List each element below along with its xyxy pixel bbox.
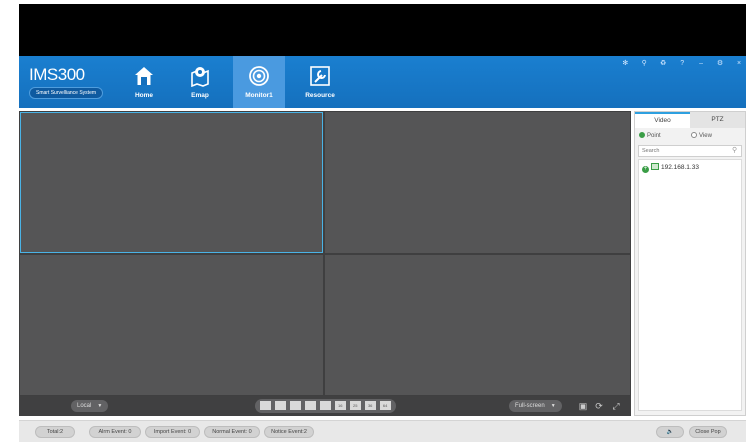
- tree-icon[interactable]: ✻: [618, 59, 632, 67]
- logo-title: IMS: [29, 65, 58, 84]
- window-controls: ✻ ⚲ ♻ ? – ⚙ ×: [615, 59, 746, 71]
- minimize-button[interactable]: –: [694, 60, 708, 67]
- device-tree: +192.168.1.33: [638, 159, 742, 411]
- chevron-down-icon: ▼: [97, 403, 103, 409]
- radio-view[interactable]: View: [691, 132, 712, 139]
- layout-16-button[interactable]: 16: [334, 401, 346, 410]
- tree-item-label: 192.168.1.33: [661, 164, 699, 171]
- tab-video[interactable]: Video: [635, 112, 690, 128]
- layout-25-button[interactable]: 25: [349, 401, 361, 410]
- layout-8-button[interactable]: [304, 401, 316, 410]
- home-icon: [135, 67, 153, 85]
- nav-monitor-button[interactable]: Monitor1: [233, 56, 285, 108]
- lock-icon[interactable]: ♻: [656, 59, 670, 67]
- wrench-icon: [310, 66, 330, 86]
- app-header: IMS300 Smart Survelliance System Home Em…: [19, 56, 746, 108]
- status-bar: Total:2 Alrm Event: 0 Import Event: 0 No…: [19, 420, 746, 442]
- nav-resource-label: Resource: [305, 92, 335, 99]
- nav-monitor-label: Monitor1: [245, 92, 273, 99]
- device-icon: [651, 163, 659, 170]
- video-cell-3[interactable]: [20, 255, 323, 395]
- save-icon[interactable]: ▣: [577, 400, 589, 412]
- camera-lens-icon: [249, 66, 269, 86]
- nav-home-label: Home: [134, 92, 154, 99]
- logo-subtitle: Smart Survelliance System: [29, 87, 104, 99]
- stream-select-value: Local: [77, 403, 92, 409]
- video-cell-1[interactable]: [20, 112, 323, 253]
- nav-resource-button[interactable]: Resource: [295, 56, 345, 108]
- nav-home-button[interactable]: Home: [121, 56, 167, 108]
- close-pop-button[interactable]: Close Pop: [689, 426, 727, 438]
- help-button[interactable]: ?: [675, 60, 689, 67]
- lock-user-icon[interactable]: ⚲: [637, 59, 651, 67]
- chevron-down-icon: ▼: [550, 403, 556, 409]
- map-pin-icon: [191, 67, 209, 87]
- fullscreen-select[interactable]: Full-screen ▼: [509, 400, 562, 412]
- stream-select[interactable]: Local ▼: [71, 400, 109, 412]
- nav-emap-button[interactable]: Emap: [177, 56, 223, 108]
- app-logo: IMS300 Smart Survelliance System: [29, 65, 104, 99]
- tab-ptz[interactable]: PTZ: [690, 112, 745, 128]
- layout-6-button[interactable]: [289, 401, 301, 410]
- video-toolbar: Local ▼ 16 25 36 64 Full-screen ▼ ▣ ⟳ ⤢: [19, 396, 631, 416]
- expand-icon[interactable]: ⤢: [610, 400, 622, 412]
- nav-emap-label: Emap: [191, 92, 209, 99]
- video-cell-2[interactable]: [325, 112, 630, 253]
- video-cell-4[interactable]: [325, 255, 630, 395]
- close-button[interactable]: ×: [732, 60, 746, 67]
- panel-tabs: Video PTZ: [635, 112, 745, 128]
- import-event-button[interactable]: Import Event: 0: [145, 426, 200, 438]
- radio-view-label: View: [699, 133, 712, 139]
- alarm-event-button[interactable]: Alrm Event: 0: [89, 426, 141, 438]
- right-panel: Video PTZ Point View ⚲ +192.168.1.33: [634, 111, 746, 416]
- sound-icon[interactable]: 🔈: [656, 426, 684, 438]
- radio-point-label: Point: [647, 133, 661, 139]
- radio-dot-selected: [639, 132, 645, 138]
- refresh-icon[interactable]: ⟳: [593, 400, 605, 412]
- search-icon[interactable]: ⚲: [732, 147, 740, 155]
- expand-plus-icon[interactable]: +: [642, 166, 649, 173]
- search-input[interactable]: [638, 145, 742, 157]
- layout-switcher: 16 25 36 64: [255, 399, 396, 413]
- layout-4-button[interactable]: [274, 401, 286, 410]
- notice-event-button[interactable]: Notice Event:2: [264, 426, 314, 438]
- radio-dot: [691, 132, 697, 138]
- radio-point[interactable]: Point: [639, 132, 661, 139]
- layout-1-button[interactable]: [260, 401, 271, 410]
- tree-item-device[interactable]: +192.168.1.33: [642, 163, 699, 173]
- fullscreen-select-value: Full-screen: [515, 403, 545, 409]
- layout-36-button[interactable]: 36: [364, 401, 376, 410]
- logo-number: 300: [57, 65, 85, 84]
- layout-9-button[interactable]: [319, 401, 331, 410]
- layout-64-button[interactable]: 64: [379, 401, 391, 410]
- normal-event-button[interactable]: Normal Event: 0: [204, 426, 260, 438]
- video-grid: [19, 111, 631, 396]
- settings-icon[interactable]: ⚙: [713, 59, 727, 67]
- total-button[interactable]: Total:2: [35, 426, 75, 438]
- top-black-band: [19, 4, 746, 56]
